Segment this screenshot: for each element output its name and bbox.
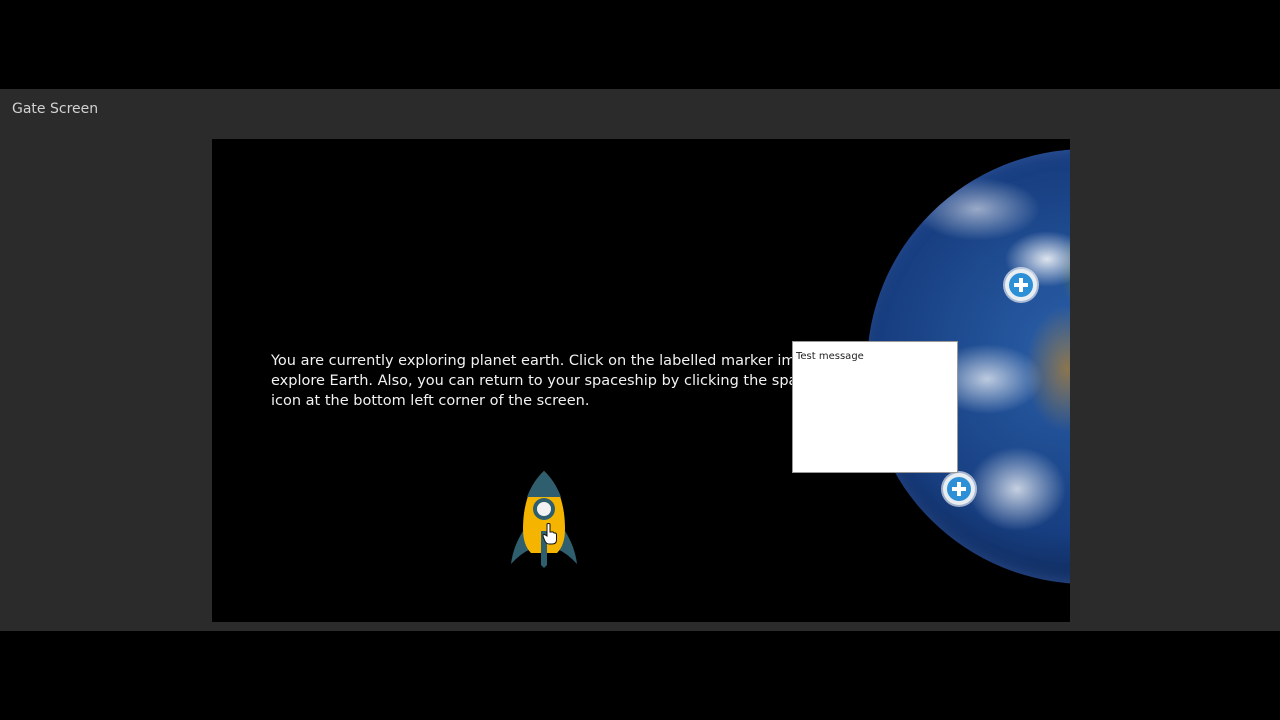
- letterbox-top: [0, 0, 1280, 89]
- message-box: Test message: [792, 341, 958, 473]
- earth-marker-1[interactable]: [1005, 269, 1037, 301]
- window-title: Gate Screen: [12, 101, 99, 117]
- hand-cursor-icon: [542, 523, 557, 545]
- scene-stage[interactable]: You are currently exploring planet earth…: [212, 139, 1070, 622]
- rocket-icon[interactable]: [509, 469, 579, 569]
- app-window: Gate Screen You are currently exploring …: [0, 89, 1280, 631]
- plus-marker-icon: [1009, 273, 1033, 297]
- letterbox-bottom: [0, 631, 1280, 720]
- message-text: Test message: [796, 351, 864, 362]
- plus-marker-icon: [947, 477, 971, 501]
- instructions-text: You are currently exploring planet earth…: [271, 353, 850, 409]
- earth-marker-2[interactable]: [943, 473, 975, 505]
